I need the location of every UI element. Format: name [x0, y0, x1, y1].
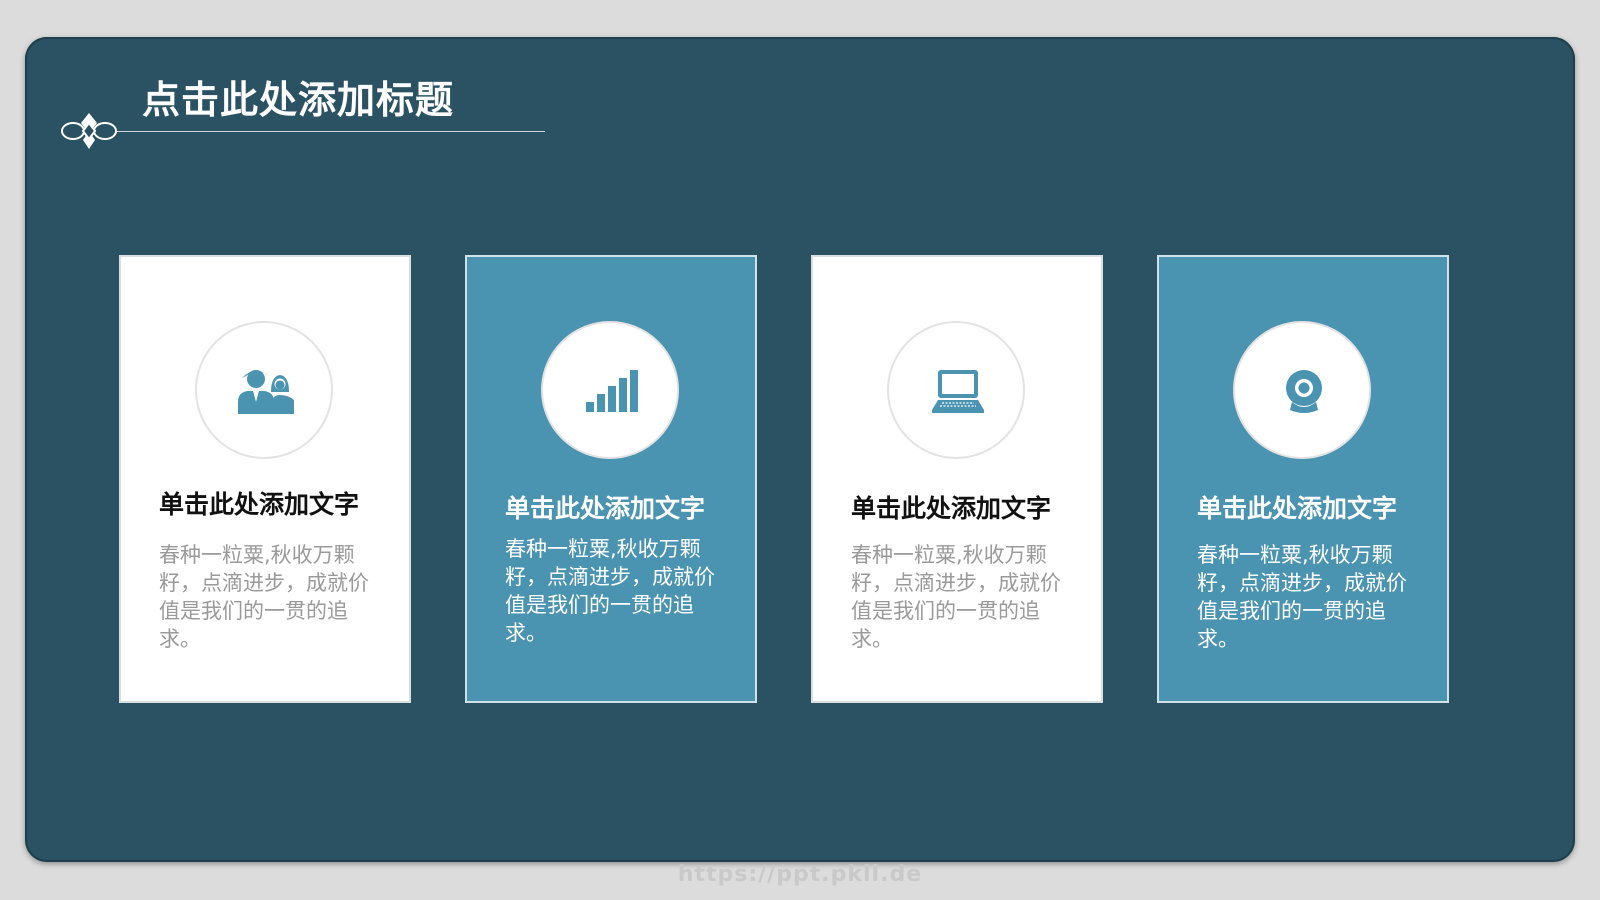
icon-circle — [887, 321, 1025, 459]
card-heading[interactable]: 单击此处添加文字 — [505, 489, 745, 525]
card-heading[interactable]: 单击此处添加文字 — [159, 485, 399, 521]
feature-card[interactable]: 单击此处添加文字 春种一粒粟,秋收万颗籽，点滴进步，成就价值是我们的一贯的追求。 — [811, 255, 1103, 703]
card-heading[interactable]: 单击此处添加文字 — [851, 489, 1091, 525]
card-heading[interactable]: 单击此处添加文字 — [1197, 489, 1437, 525]
card-body[interactable]: 春种一粒粟,秋收万颗籽，点滴进步，成就价值是我们的一贯的追求。 — [505, 535, 727, 647]
webcam-icon — [1286, 370, 1322, 413]
ornament-icon — [61, 113, 117, 149]
feature-card[interactable]: 单击此处添加文字 春种一粒粟,秋收万颗籽，点滴进步，成就价值是我们的一贯的追求。 — [465, 255, 757, 703]
laptop-icon — [932, 370, 984, 413]
feature-card[interactable]: 单击此处添加文字 春种一粒粟,秋收万颗籽，点滴进步，成就价值是我们的一贯的追求。 — [1157, 255, 1449, 703]
card-body[interactable]: 春种一粒粟,秋收万颗籽，点滴进步，成就价值是我们的一贯的追求。 — [851, 541, 1073, 653]
watermark: https://ppt.pkll.de — [677, 862, 923, 887]
icon-circle — [541, 321, 679, 459]
icon-circle — [195, 321, 333, 459]
slide: 点击此处添加标题 单击此处添加文字 春种一粒粟,秋收万颗籽，点滴进步，成就价值是… — [25, 37, 1575, 862]
page-title[interactable]: 点击此处添加标题 — [142, 69, 454, 124]
title-divider — [117, 131, 545, 132]
icon-circle — [1233, 321, 1371, 459]
signal-bars-icon — [586, 370, 638, 412]
feature-card[interactable]: 单击此处添加文字 春种一粒粟,秋收万颗籽，点滴进步，成就价值是我们的一贯的追求。 — [119, 255, 411, 703]
card-body[interactable]: 春种一粒粟,秋收万颗籽，点滴进步，成就价值是我们的一贯的追求。 — [159, 541, 381, 653]
people-icon — [238, 370, 294, 414]
card-body[interactable]: 春种一粒粟,秋收万颗籽，点滴进步，成就价值是我们的一贯的追求。 — [1197, 541, 1419, 653]
